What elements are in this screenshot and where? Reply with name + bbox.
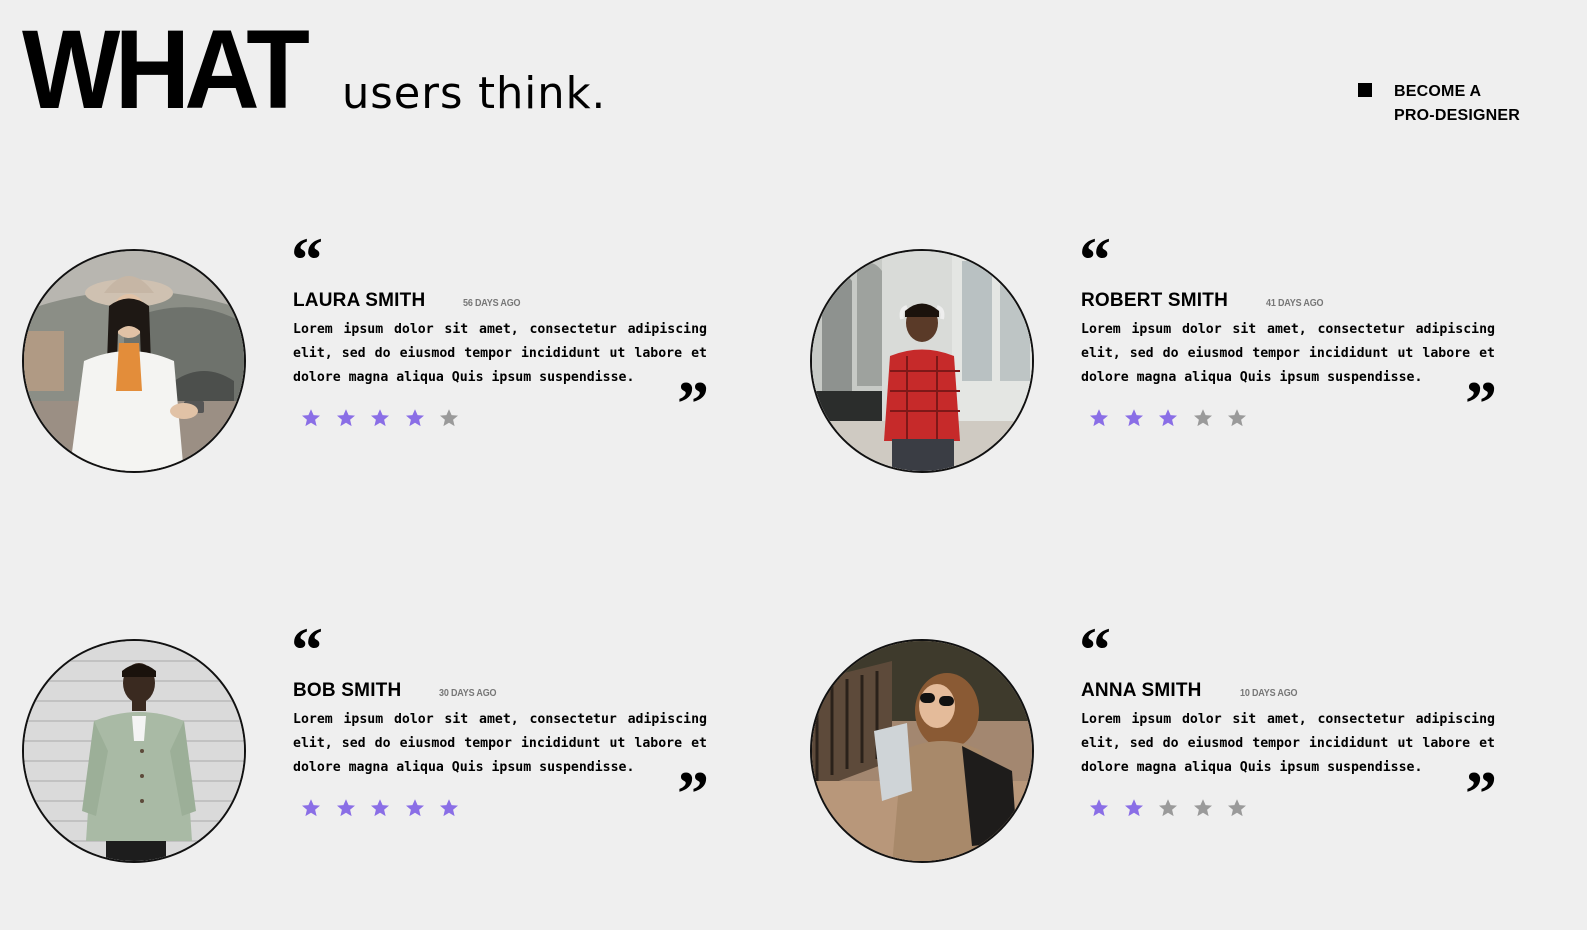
testimonial-header: ROBERT SMITH 41 DAYS AGO (1081, 290, 1330, 312)
star-empty-icon (1193, 409, 1212, 427)
review-text: Lorem ipsum dolor sit amet, consectetur … (293, 712, 707, 775)
woman-with-hat-photo (22, 249, 246, 473)
review-age: 56 DAYS AGO (463, 298, 521, 309)
close-quote-icon: ” (677, 758, 709, 829)
testimonial-card: “ ANNA SMITH 10 DAYS AGO Lorem ipsum dol… (810, 618, 1510, 876)
star-filled-icon (371, 409, 389, 427)
star-filled-icon (302, 409, 320, 427)
close-quote-icon: ” (1465, 368, 1497, 439)
open-quote-icon: “ (291, 614, 323, 685)
man-red-shirt-photo (810, 249, 1034, 473)
man-green-jacket-photo (22, 639, 246, 863)
page-title: WHAT users think. (22, 14, 611, 126)
page-title-small: users think. (341, 68, 606, 119)
testimonial-card: “ ROBERT SMITH 41 DAYS AGO Lorem ipsum d… (810, 228, 1510, 486)
star-filled-icon (405, 799, 424, 817)
cta-label-line1: BECOME A (1394, 83, 1482, 100)
cta-label-line2: PRO-DESIGNER (1394, 107, 1520, 124)
testimonial-header: BOB SMITH 30 DAYS AGO (293, 680, 503, 702)
woman-sunglasses-photo (810, 639, 1034, 863)
testimonial-header: ANNA SMITH 10 DAYS AGO (1081, 680, 1303, 702)
star-filled-icon (1124, 409, 1143, 427)
star-filled-icon (302, 799, 320, 817)
star-filled-icon (1090, 409, 1108, 427)
star-empty-icon (1193, 799, 1212, 817)
star-filled-icon (336, 799, 355, 817)
review-age: 30 DAYS AGO (439, 688, 497, 699)
review-text: Lorem ipsum dolor sit amet, consectetur … (1081, 712, 1495, 775)
star-filled-icon (371, 799, 389, 817)
star-filled-icon (1159, 409, 1177, 427)
star-empty-icon (1228, 409, 1246, 427)
star-filled-icon (405, 409, 424, 427)
reviewer-name: ROBERT SMITH (1081, 290, 1229, 311)
close-quote-icon: ” (1465, 758, 1497, 829)
star-rating (1089, 408, 1262, 428)
testimonial-header: LAURA SMITH 56 DAYS AGO (293, 290, 527, 312)
cta-label: BECOME A PRO-DESIGNER (1394, 80, 1520, 128)
open-quote-icon: “ (1079, 224, 1111, 295)
review-age: 41 DAYS AGO (1266, 298, 1324, 309)
reviewer-name: BOB SMITH (293, 680, 402, 701)
page-title-big: WHAT (22, 7, 310, 132)
star-empty-icon (1228, 799, 1246, 817)
open-quote-icon: “ (291, 224, 323, 295)
testimonial-card: “ LAURA SMITH 56 DAYS AGO Lorem ipsum do… (22, 228, 722, 486)
become-pro-designer-link[interactable]: BECOME A PRO-DESIGNER (1358, 80, 1520, 128)
reviewer-name: LAURA SMITH (293, 290, 426, 311)
close-quote-icon: ” (677, 368, 709, 439)
star-filled-icon (1090, 799, 1108, 817)
reviewer-name: ANNA SMITH (1081, 680, 1202, 701)
star-filled-icon (440, 799, 458, 817)
review-age: 10 DAYS AGO (1239, 688, 1298, 699)
star-rating (301, 408, 474, 428)
star-empty-icon (1159, 799, 1177, 817)
star-filled-icon (1124, 799, 1143, 817)
star-rating (1089, 798, 1262, 818)
square-bullet-icon (1358, 83, 1373, 97)
testimonial-card: “ BOB SMITH 30 DAYS AGO Lorem ipsum dolo… (22, 618, 722, 876)
review-text: Lorem ipsum dolor sit amet, consectetur … (293, 322, 707, 385)
open-quote-icon: “ (1079, 614, 1111, 685)
star-rating (301, 798, 474, 818)
review-text: Lorem ipsum dolor sit amet, consectetur … (1081, 322, 1495, 385)
star-filled-icon (336, 409, 355, 427)
star-empty-icon (440, 409, 458, 427)
